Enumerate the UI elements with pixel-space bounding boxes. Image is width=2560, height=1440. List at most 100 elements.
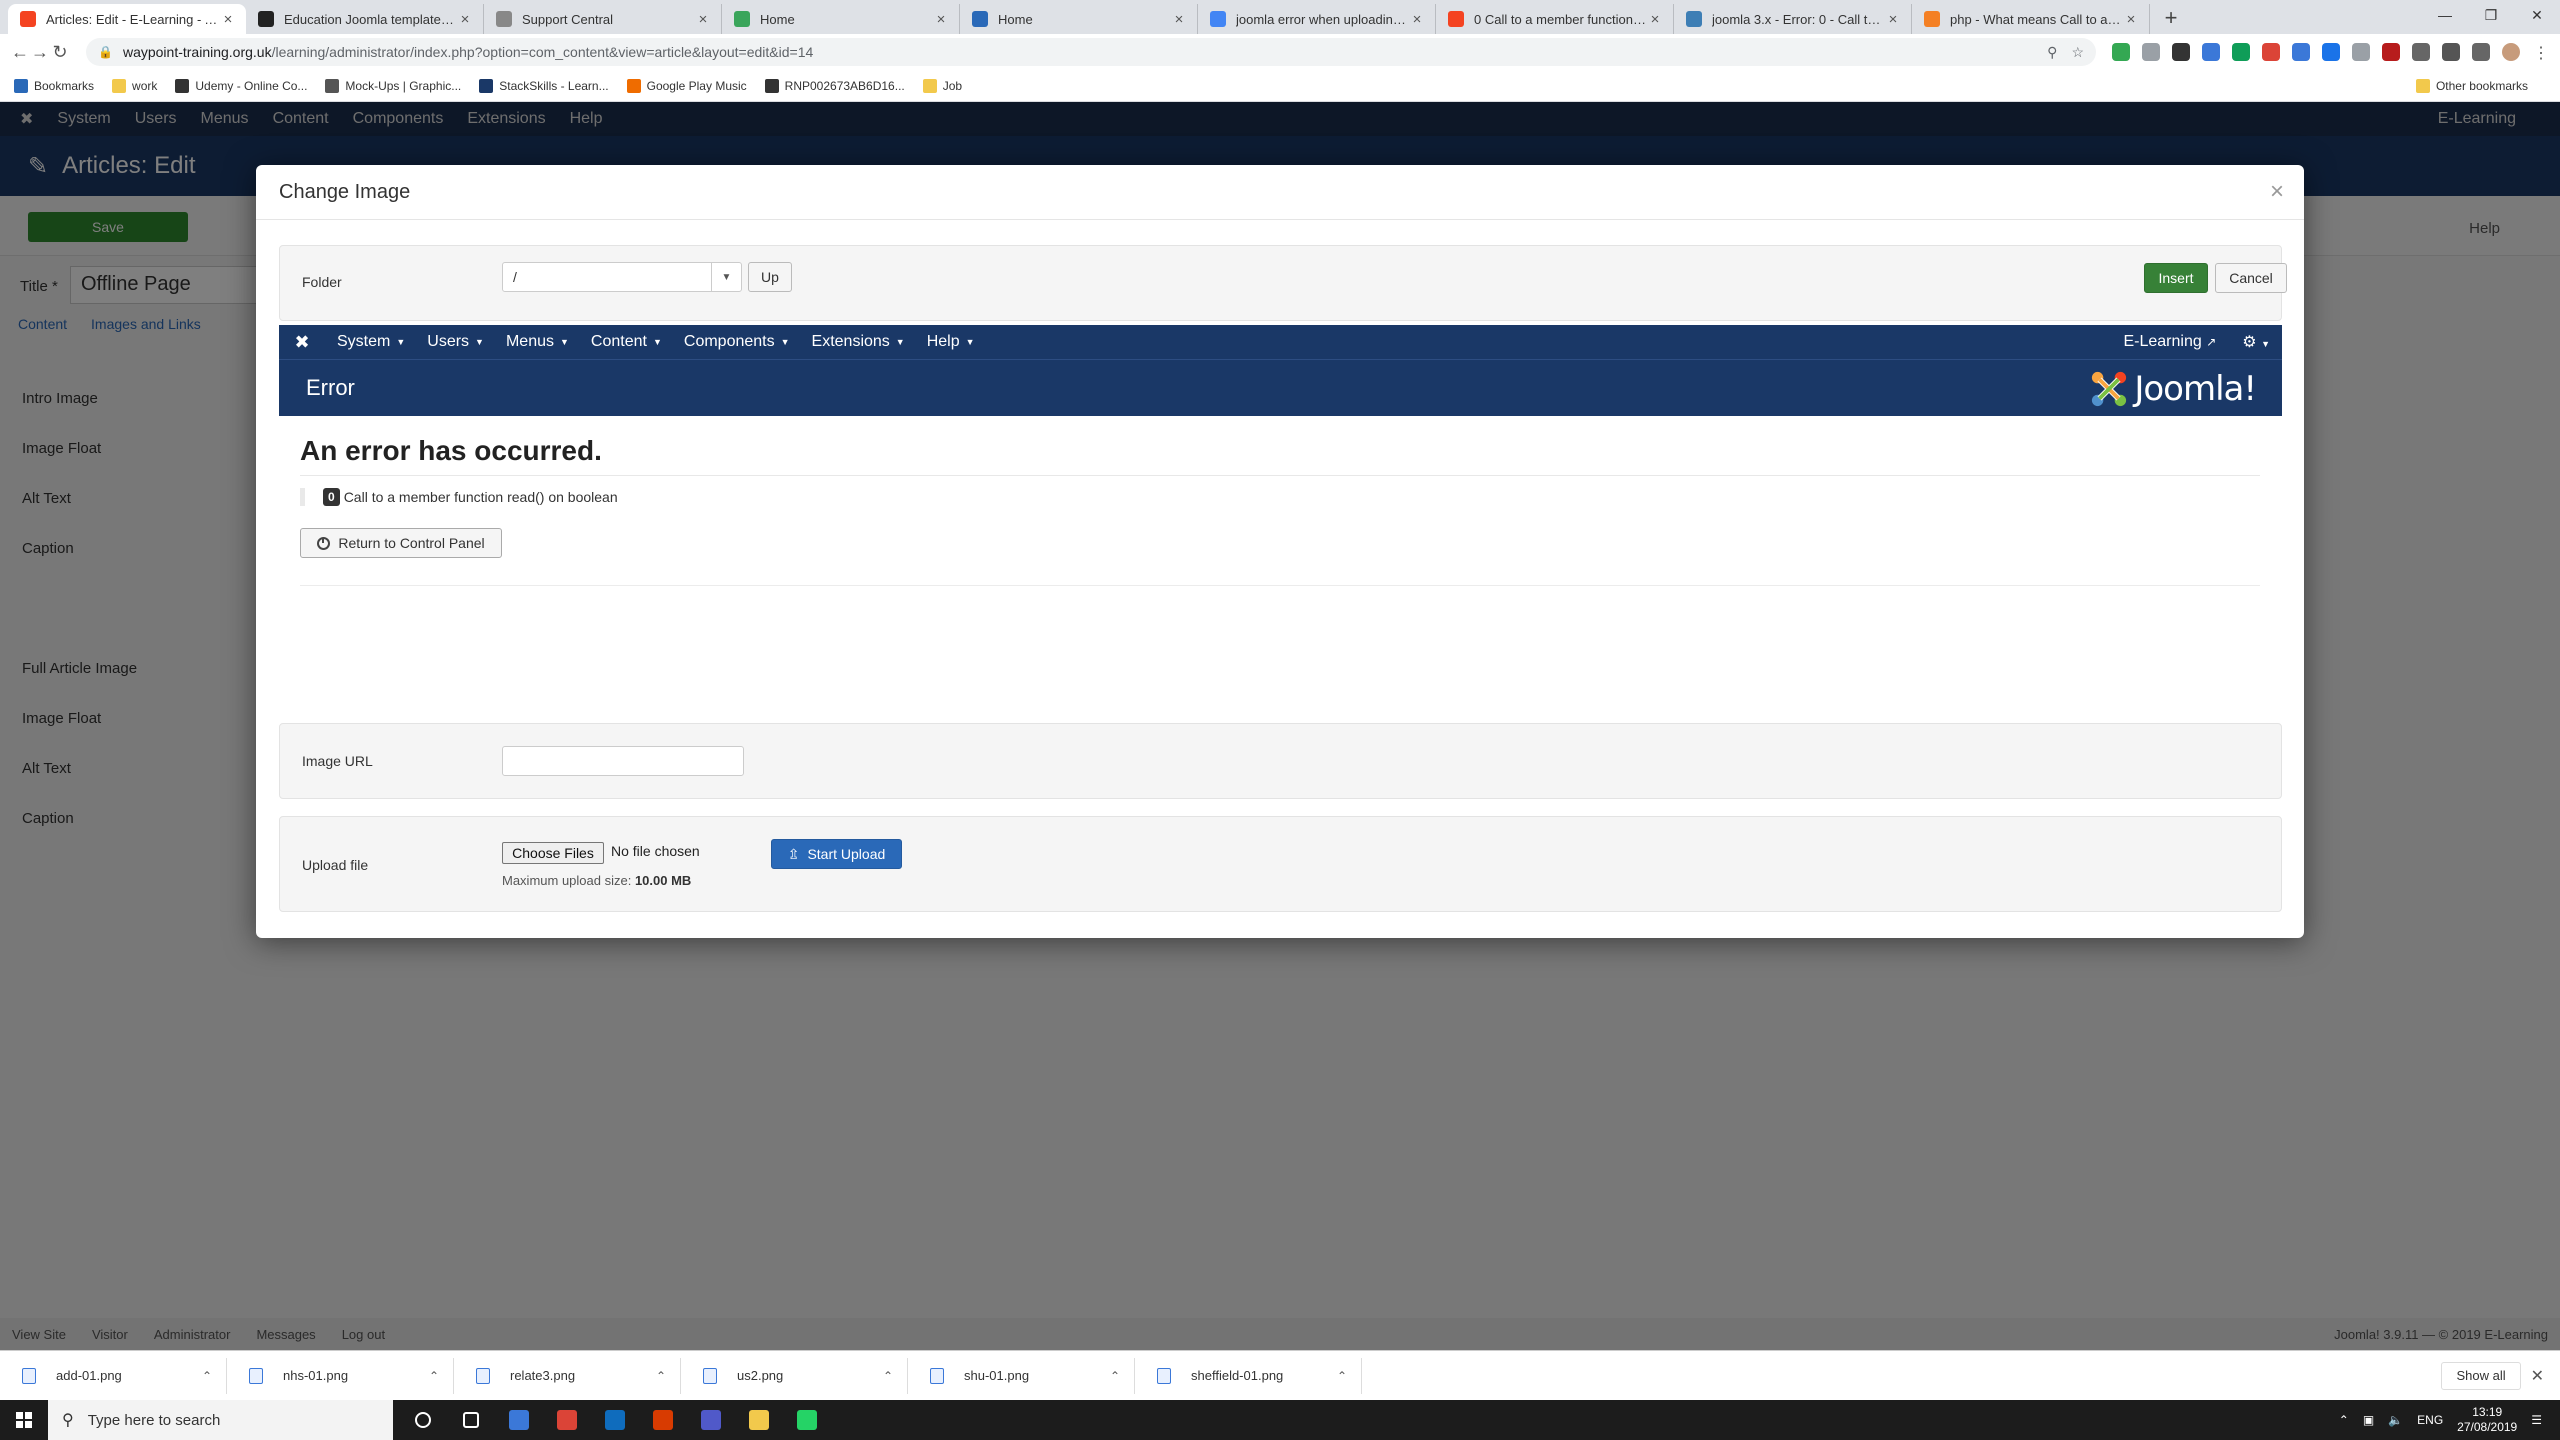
insert-button[interactable]: Insert: [2144, 263, 2208, 293]
bookmark-item[interactable]: Google Play Music: [626, 78, 747, 93]
menu-system[interactable]: System ▼: [337, 333, 405, 351]
extension-icon[interactable]: [2382, 43, 2400, 61]
taskbar-search[interactable]: ⚲ Type here to search: [48, 1400, 393, 1440]
show-all-downloads-button[interactable]: Show all: [2441, 1361, 2521, 1390]
image-url-input[interactable]: [502, 746, 744, 776]
browser-tab[interactable]: Education Joomla template with...×: [246, 4, 484, 34]
address-bar[interactable]: 🔒 waypoint-training.org.uk /learning/adm…: [86, 38, 2096, 66]
file-explorer-icon[interactable]: [735, 1400, 783, 1440]
close-tab-icon[interactable]: ×: [457, 11, 473, 28]
choose-files-button[interactable]: Choose Files: [502, 842, 604, 864]
extension-icon[interactable]: [2232, 43, 2250, 61]
close-window-icon[interactable]: ✕: [2514, 0, 2560, 30]
download-item[interactable]: shu-01.png ⌃: [908, 1357, 1135, 1394]
lock-icon[interactable]: 🔒: [98, 45, 113, 59]
cancel-button[interactable]: Cancel: [2215, 263, 2287, 293]
extension-icon[interactable]: [2262, 43, 2280, 61]
volume-icon[interactable]: 🔈: [2388, 1413, 2403, 1427]
modal-close-icon[interactable]: ×: [2270, 180, 2284, 204]
clock[interactable]: 13:19 27/08/2019: [2457, 1405, 2517, 1435]
bookmark-item[interactable]: Udemy - Online Co...: [175, 78, 307, 93]
download-item[interactable]: relate3.png ⌃: [454, 1357, 681, 1394]
notifications-icon[interactable]: ☰: [2531, 1413, 2542, 1427]
new-tab-icon[interactable]: +: [2158, 4, 2184, 34]
office-icon[interactable]: [639, 1400, 687, 1440]
menu-kebab-icon[interactable]: ⋮: [2532, 43, 2550, 62]
bookmark-item[interactable]: Mock-Ups | Graphic...: [325, 78, 461, 93]
browser-tab[interactable]: joomla 3.x - Error: 0 - Call to a m...×: [1674, 4, 1912, 34]
chevron-up-icon[interactable]: ⌃: [656, 1369, 666, 1383]
browser-tab[interactable]: 0 Call to a member function get()...×: [1436, 4, 1674, 34]
restore-icon[interactable]: ❐: [2468, 0, 2514, 30]
browser-tab[interactable]: Articles: Edit - E-Learning - Administra…: [8, 4, 246, 34]
chevron-up-icon[interactable]: ⌃: [1337, 1369, 1347, 1383]
menu-components[interactable]: Components ▼: [684, 333, 790, 351]
menu-extensions[interactable]: Extensions ▼: [812, 333, 905, 351]
whatsapp-icon[interactable]: [783, 1400, 831, 1440]
up-button[interactable]: Up: [748, 262, 792, 292]
extension-icon[interactable]: [2472, 43, 2490, 61]
browser-tab[interactable]: joomla error when uploading image×: [1198, 4, 1436, 34]
network-icon[interactable]: ▣: [2363, 1413, 2374, 1427]
close-tab-icon[interactable]: ×: [2123, 11, 2139, 28]
reload-icon[interactable]: ↻: [50, 42, 70, 63]
browser-tab[interactable]: Support Central ×: [484, 4, 722, 34]
chevron-up-icon[interactable]: ⌃: [883, 1369, 893, 1383]
joomla-icon[interactable]: ✖: [291, 332, 313, 352]
return-to-control-panel-button[interactable]: Return to Control Panel: [300, 528, 502, 558]
browser-tab[interactable]: Home ×: [722, 4, 960, 34]
site-link[interactable]: E-Learning ↗: [2123, 333, 2216, 351]
extension-icon[interactable]: [2322, 43, 2340, 61]
extension-icon[interactable]: [2112, 43, 2130, 61]
bookmark-item[interactable]: StackSkills - Learn...: [479, 78, 609, 93]
chevron-up-icon[interactable]: ⌃: [429, 1369, 439, 1383]
browser-tab[interactable]: Home ×: [960, 4, 1198, 34]
chevron-up-icon[interactable]: ⌃: [2339, 1413, 2349, 1427]
extension-icon[interactable]: [2142, 43, 2160, 61]
chevron-up-icon[interactable]: ⌃: [202, 1369, 212, 1383]
bookmark-item[interactable]: work: [112, 78, 157, 93]
extension-icon[interactable]: [2352, 43, 2370, 61]
outlook-icon[interactable]: [591, 1400, 639, 1440]
close-tab-icon[interactable]: ×: [695, 11, 711, 28]
browser-tab[interactable]: php - What means Call to a mem...×: [1912, 4, 2150, 34]
close-tab-icon[interactable]: ×: [220, 11, 236, 28]
forward-icon[interactable]: →: [30, 42, 50, 63]
download-item[interactable]: add-01.png ⌃: [0, 1357, 227, 1394]
language-indicator[interactable]: ENG: [2417, 1413, 2443, 1427]
minimize-icon[interactable]: —: [2422, 0, 2468, 30]
download-item[interactable]: sheffield-01.png ⌃: [1135, 1357, 1362, 1394]
bookmark-star-icon[interactable]: ☆: [2071, 44, 2084, 61]
teams-icon[interactable]: [687, 1400, 735, 1440]
bookmark-item[interactable]: Job: [922, 78, 962, 93]
gear-icon[interactable]: ⚙ ▼: [2242, 332, 2270, 352]
close-tab-icon[interactable]: ×: [1171, 11, 1187, 28]
close-tab-icon[interactable]: ×: [1885, 11, 1901, 28]
close-downloads-icon[interactable]: ✕: [2531, 1366, 2544, 1386]
menu-users[interactable]: Users ▼: [427, 333, 484, 351]
task-view-icon[interactable]: [447, 1400, 495, 1440]
start-button[interactable]: [0, 1400, 48, 1440]
folder-select[interactable]: / ▼: [502, 262, 742, 292]
chrome-icon[interactable]: [543, 1400, 591, 1440]
download-item[interactable]: nhs-01.png ⌃: [227, 1357, 454, 1394]
menu-help[interactable]: Help ▼: [927, 333, 975, 351]
explorer-folder-icon[interactable]: [495, 1400, 543, 1440]
menu-content[interactable]: Content ▼: [591, 333, 662, 351]
start-upload-button[interactable]: ⇫ Start Upload: [771, 839, 902, 869]
back-icon[interactable]: ←: [10, 42, 30, 63]
cast-icon[interactable]: [2442, 43, 2460, 61]
extension-icon[interactable]: [2202, 43, 2220, 61]
download-item[interactable]: us2.png ⌃: [681, 1357, 908, 1394]
cortana-icon[interactable]: [399, 1400, 447, 1440]
close-tab-icon[interactable]: ×: [1647, 11, 1663, 28]
bookmarks-menu[interactable]: Bookmarks: [14, 78, 94, 93]
extension-icon[interactable]: [2292, 43, 2310, 61]
other-bookmarks[interactable]: Other bookmarks: [2415, 78, 2528, 93]
profile-avatar[interactable]: [2502, 43, 2520, 61]
bookmark-item[interactable]: RNP002673AB6D16...: [764, 78, 905, 93]
close-tab-icon[interactable]: ×: [933, 11, 949, 28]
extension-icon[interactable]: [2412, 43, 2430, 61]
close-tab-icon[interactable]: ×: [1409, 11, 1425, 28]
chevron-up-icon[interactable]: ⌃: [1110, 1369, 1120, 1383]
